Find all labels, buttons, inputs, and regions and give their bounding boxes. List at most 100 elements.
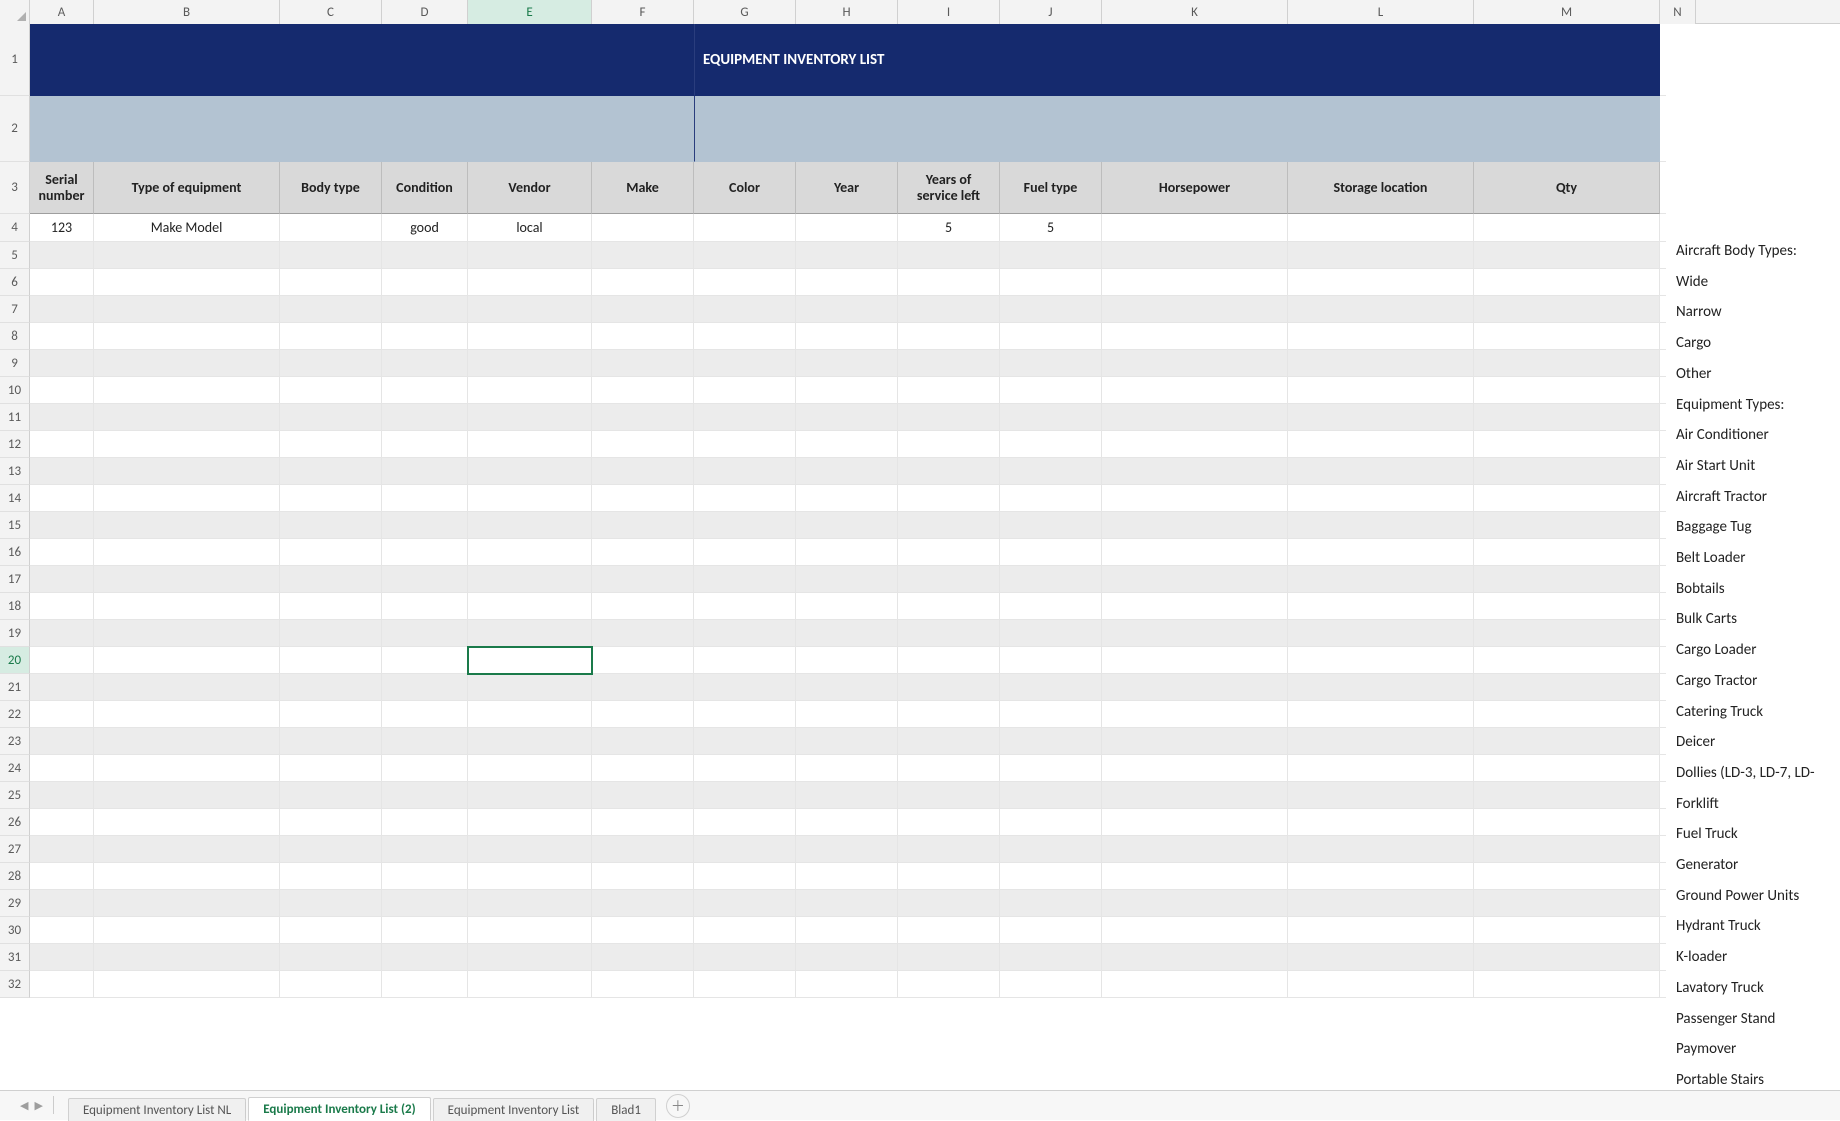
cell-K6[interactable] — [1102, 269, 1288, 296]
cell-E31[interactable] — [468, 944, 592, 971]
cell-C25[interactable] — [280, 782, 382, 809]
cell-J32[interactable] — [1000, 971, 1102, 998]
cell-D28[interactable] — [382, 863, 468, 890]
cell-J28[interactable] — [1000, 863, 1102, 890]
cell-M23[interactable] — [1474, 728, 1660, 755]
cell-A7[interactable] — [30, 296, 94, 323]
cell-I32[interactable] — [898, 971, 1000, 998]
row-header-7[interactable]: 7 — [0, 296, 30, 323]
cell-J20[interactable] — [1000, 647, 1102, 674]
select-all-corner[interactable] — [0, 0, 30, 24]
cell-F17[interactable] — [592, 566, 694, 593]
cell-I30[interactable] — [898, 917, 1000, 944]
cell-E29[interactable] — [468, 890, 592, 917]
cell-I14[interactable] — [898, 485, 1000, 512]
cell-D21[interactable] — [382, 674, 468, 701]
cell-K9[interactable] — [1102, 350, 1288, 377]
cell-A12[interactable] — [30, 431, 94, 458]
cell-I27[interactable] — [898, 836, 1000, 863]
row-header-11[interactable]: 11 — [0, 404, 30, 431]
row-header-8[interactable]: 8 — [0, 323, 30, 350]
cell-A28[interactable] — [30, 863, 94, 890]
cell-H26[interactable] — [796, 809, 898, 836]
cell-F23[interactable] — [592, 728, 694, 755]
cell-M31[interactable] — [1474, 944, 1660, 971]
cell-G4[interactable] — [694, 214, 796, 242]
cell-F32[interactable] — [592, 971, 694, 998]
cell-A29[interactable] — [30, 890, 94, 917]
cell-D7[interactable] — [382, 296, 468, 323]
cell-L21[interactable] — [1288, 674, 1474, 701]
cell-G30[interactable] — [694, 917, 796, 944]
cell-H10[interactable] — [796, 377, 898, 404]
cell-D19[interactable] — [382, 620, 468, 647]
cell-M29[interactable] — [1474, 890, 1660, 917]
cell-H17[interactable] — [796, 566, 898, 593]
cell-C20[interactable] — [280, 647, 382, 674]
column-header-B[interactable]: B — [94, 0, 280, 24]
cell-F11[interactable] — [592, 404, 694, 431]
cell-A21[interactable] — [30, 674, 94, 701]
cell-B9[interactable] — [94, 350, 280, 377]
cell-C19[interactable] — [280, 620, 382, 647]
row-header-23[interactable]: 23 — [0, 728, 30, 755]
cell-B29[interactable] — [94, 890, 280, 917]
row-header-29[interactable]: 29 — [0, 890, 30, 917]
cell-D11[interactable] — [382, 404, 468, 431]
cell-M24[interactable] — [1474, 755, 1660, 782]
cell-D4[interactable]: good — [382, 214, 468, 242]
cell-I29[interactable] — [898, 890, 1000, 917]
cell-K27[interactable] — [1102, 836, 1288, 863]
cell-M21[interactable] — [1474, 674, 1660, 701]
cell-B6[interactable] — [94, 269, 280, 296]
cell-L11[interactable] — [1288, 404, 1474, 431]
cell-F31[interactable] — [592, 944, 694, 971]
table-header-J[interactable]: Fuel type — [1000, 162, 1102, 214]
cell-F12[interactable] — [592, 431, 694, 458]
cell-I26[interactable] — [898, 809, 1000, 836]
sheet-tab-3[interactable]: Blad1 — [596, 1098, 656, 1121]
cell-C26[interactable] — [280, 809, 382, 836]
cell-B16[interactable] — [94, 539, 280, 566]
cell-M9[interactable] — [1474, 350, 1660, 377]
cell-F21[interactable] — [592, 674, 694, 701]
cell-K16[interactable] — [1102, 539, 1288, 566]
cell-I16[interactable] — [898, 539, 1000, 566]
cell-D27[interactable] — [382, 836, 468, 863]
row-header-21[interactable]: 21 — [0, 674, 30, 701]
cell-E5[interactable] — [468, 242, 592, 269]
cell-H5[interactable] — [796, 242, 898, 269]
row-header-24[interactable]: 24 — [0, 755, 30, 782]
cell-A22[interactable] — [30, 701, 94, 728]
cell-L29[interactable] — [1288, 890, 1474, 917]
cell-G16[interactable] — [694, 539, 796, 566]
cell-I17[interactable] — [898, 566, 1000, 593]
cell-I21[interactable] — [898, 674, 1000, 701]
row-header-20[interactable]: 20 — [0, 647, 30, 674]
cell-L6[interactable] — [1288, 269, 1474, 296]
cell-B11[interactable] — [94, 404, 280, 431]
column-header-N[interactable]: N — [1660, 0, 1696, 24]
cell-I7[interactable] — [898, 296, 1000, 323]
column-header-L[interactable]: L — [1288, 0, 1474, 24]
cell-B25[interactable] — [94, 782, 280, 809]
cell-A5[interactable] — [30, 242, 94, 269]
cell-B4[interactable]: Make Model — [94, 214, 280, 242]
cell-E10[interactable] — [468, 377, 592, 404]
cell-E4[interactable]: local — [468, 214, 592, 242]
cell-L25[interactable] — [1288, 782, 1474, 809]
cell-E19[interactable] — [468, 620, 592, 647]
cell-E26[interactable] — [468, 809, 592, 836]
cell-I19[interactable] — [898, 620, 1000, 647]
cell-D17[interactable] — [382, 566, 468, 593]
cell-I8[interactable] — [898, 323, 1000, 350]
table-header-C[interactable]: Body type — [280, 162, 382, 214]
cell-E18[interactable] — [468, 593, 592, 620]
cell-D14[interactable] — [382, 485, 468, 512]
cell-D24[interactable] — [382, 755, 468, 782]
row-header-28[interactable]: 28 — [0, 863, 30, 890]
row-header-5[interactable]: 5 — [0, 242, 30, 269]
cell-F7[interactable] — [592, 296, 694, 323]
row-header-19[interactable]: 19 — [0, 620, 30, 647]
cell-C24[interactable] — [280, 755, 382, 782]
